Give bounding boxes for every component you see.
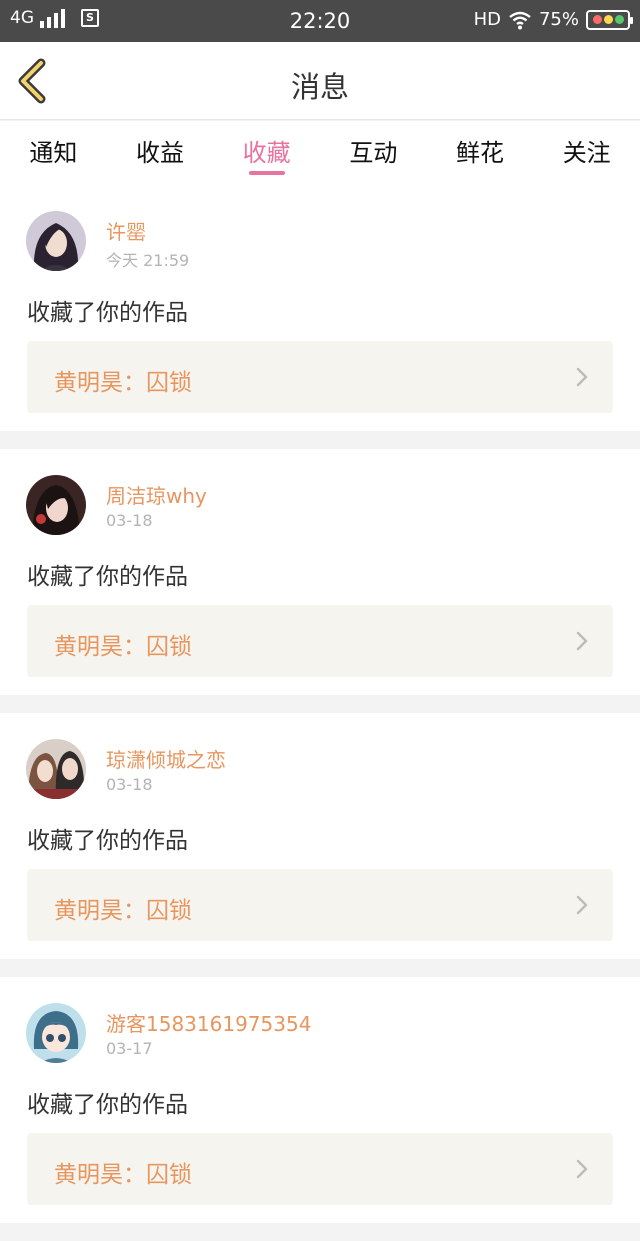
work-link[interactable]: 黄明昊：囚锁 <box>27 341 613 413</box>
list-item: 周洁琼why 03-18 收藏了你的作品 黄明昊：囚锁 <box>0 449 640 695</box>
battery-icon <box>586 9 633 30</box>
message-list: 许罂 今天 21:59 收藏了你的作品 黄明昊：囚锁 周洁琼why 03-18 … <box>0 185 640 1241</box>
avatar[interactable] <box>26 1003 86 1063</box>
tab-interactions[interactable]: 互动 <box>320 121 427 185</box>
work-title: 黄明昊：囚锁 <box>54 370 192 396</box>
user-name[interactable]: 周洁琼why <box>106 480 207 509</box>
battery-percent: 75% <box>538 9 579 30</box>
tab-following[interactable]: 关注 <box>533 121 640 185</box>
timestamp: 03-18 <box>106 511 153 530</box>
chevron-right-icon <box>576 367 588 387</box>
list-item: 琼潇倾城之恋 03-18 收藏了你的作品 黄明昊：囚锁 <box>0 713 640 959</box>
work-link[interactable]: 黄明昊：囚锁 <box>27 869 613 941</box>
chevron-right-icon <box>576 895 588 915</box>
tab-favorites[interactable]: 收藏 <box>213 121 320 185</box>
hd-indicator: HD <box>473 9 501 30</box>
timestamp: 03-17 <box>106 1039 153 1058</box>
avatar-image <box>26 475 86 535</box>
status-right: HD 75% <box>473 9 633 30</box>
avatar[interactable] <box>26 211 86 271</box>
wifi-icon <box>509 11 531 29</box>
tab-bar: 通知 收益 收藏 互动 鲜花 关注 <box>0 121 640 185</box>
message-text: 收藏了你的作品 <box>27 1092 188 1118</box>
message-text: 收藏了你的作品 <box>27 564 188 590</box>
chevron-right-icon <box>576 1159 588 1179</box>
message-text: 收藏了你的作品 <box>27 300 188 326</box>
tab-earnings[interactable]: 收益 <box>107 121 214 185</box>
chevron-right-icon <box>576 631 588 651</box>
tab-notifications[interactable]: 通知 <box>0 121 107 185</box>
avatar-image <box>26 1003 86 1063</box>
status-bar: 4G S 22:20 HD 75% <box>0 0 640 42</box>
user-name[interactable]: 琼潇倾城之恋 <box>106 744 226 773</box>
work-link[interactable]: 黄明昊：囚锁 <box>27 1133 613 1205</box>
tab-flowers[interactable]: 鲜花 <box>427 121 534 185</box>
page-title: 消息 <box>290 70 349 104</box>
user-name[interactable]: 游客1583161975354 <box>106 1008 311 1037</box>
avatar[interactable] <box>26 739 86 799</box>
message-text: 收藏了你的作品 <box>27 828 188 854</box>
timestamp: 03-18 <box>106 775 153 794</box>
work-title: 黄明昊：囚锁 <box>54 634 192 660</box>
nav-bar: 消息 <box>0 42 640 120</box>
timestamp: 今天 21:59 <box>106 251 190 270</box>
work-title: 黄明昊：囚锁 <box>54 1162 192 1188</box>
list-item: 许罂 今天 21:59 收藏了你的作品 黄明昊：囚锁 <box>0 185 640 431</box>
avatar-image <box>26 739 86 799</box>
list-item: 游客1583161975354 03-17 收藏了你的作品 黄明昊：囚锁 <box>0 977 640 1223</box>
work-link[interactable]: 黄明昊：囚锁 <box>27 605 613 677</box>
avatar-image <box>26 211 86 271</box>
user-name[interactable]: 许罂 <box>106 216 146 245</box>
work-title: 黄明昊：囚锁 <box>54 898 192 924</box>
avatar[interactable] <box>26 475 86 535</box>
